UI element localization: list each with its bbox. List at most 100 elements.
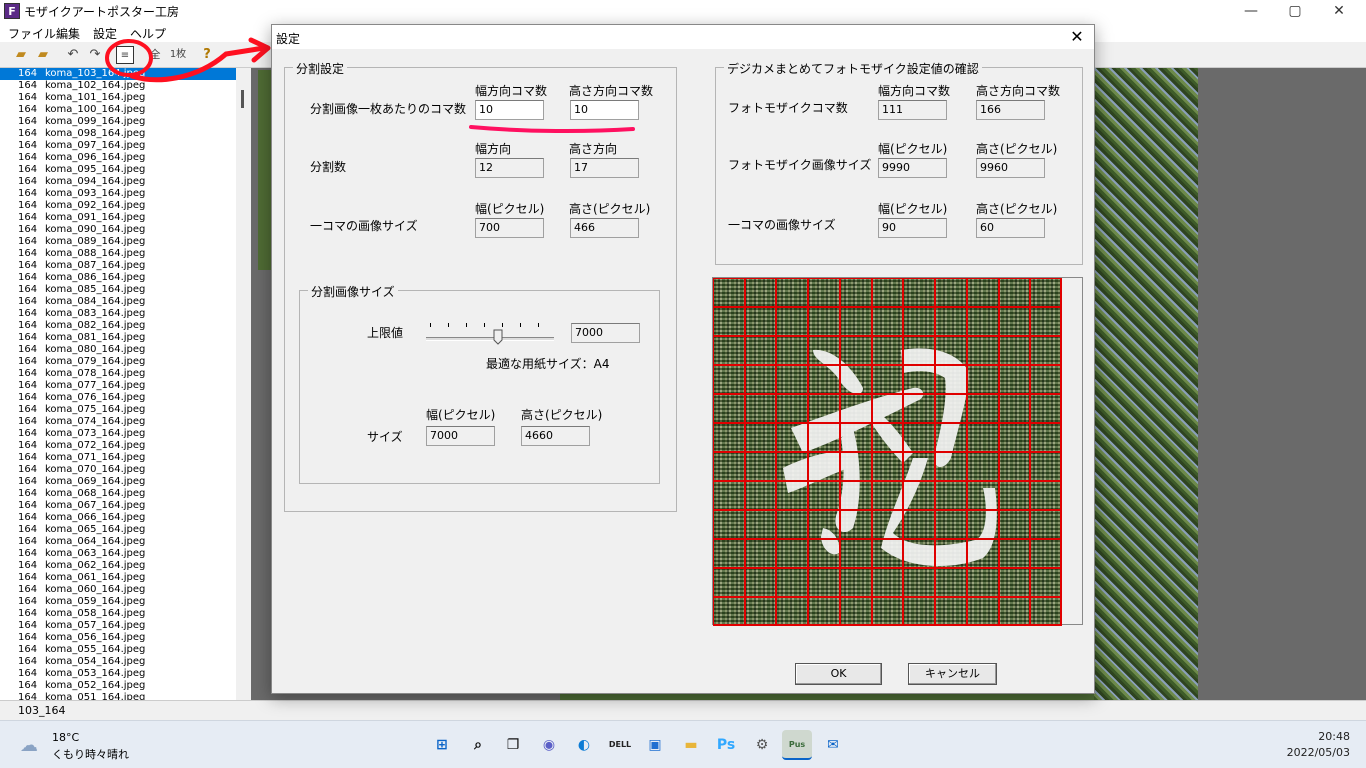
count-label: 分割数 [310, 160, 347, 174]
list-item[interactable]: 164 koma_061_164.jpeg [0, 572, 249, 584]
list-item[interactable]: 164 koma_092_164.jpeg [0, 200, 249, 212]
list-item[interactable]: 164 koma_068_164.jpeg [0, 488, 249, 500]
list-item[interactable]: 164 koma_093_164.jpeg [0, 188, 249, 200]
list-item[interactable]: 164 koma_094_164.jpeg [0, 176, 249, 188]
list-item[interactable]: 164 koma_057_164.jpeg [0, 620, 249, 632]
app-title: モザイクアートポスター工房 [24, 5, 180, 19]
list-item[interactable]: 164 koma_072_164.jpeg [0, 440, 249, 452]
open-folder-icon[interactable]: ▰ [12, 46, 30, 64]
per-sheet-h-input[interactable]: 10 [475, 100, 544, 120]
search-icon[interactable]: ⌕ [463, 730, 493, 760]
list-item-count: 164 [18, 464, 38, 475]
list-item-filename: koma_066_164.jpeg [45, 512, 146, 523]
maximize-button[interactable]: ▢ [1272, 0, 1318, 22]
list-item[interactable]: 164 koma_095_164.jpeg [0, 164, 249, 176]
list-item-count: 164 [18, 476, 38, 487]
list-item[interactable]: 164 koma_053_164.jpeg [0, 668, 249, 680]
list-item[interactable]: 164 koma_098_164.jpeg [0, 128, 249, 140]
cancel-button[interactable]: キャンセル [908, 663, 997, 685]
list-item[interactable]: 164 koma_085_164.jpeg [0, 284, 249, 296]
menu-file[interactable]: ファイル [8, 25, 56, 42]
list-item[interactable]: 164 koma_077_164.jpeg [0, 380, 249, 392]
list-item[interactable]: 164 koma_051_164.jpeg [0, 692, 249, 700]
list-item-count: 164 [18, 368, 38, 379]
list-item[interactable]: 164 koma_059_164.jpeg [0, 596, 249, 608]
minimize-button[interactable]: — [1228, 0, 1274, 22]
list-item[interactable]: 164 koma_100_164.jpeg [0, 104, 249, 116]
photoshop-icon[interactable]: Ps [711, 730, 741, 760]
list-item[interactable]: 164 koma_074_164.jpeg [0, 416, 249, 428]
list-item[interactable]: 164 koma_082_164.jpeg [0, 320, 249, 332]
undo-icon[interactable]: ↶ [64, 46, 82, 64]
list-item[interactable]: 164 koma_078_164.jpeg [0, 368, 249, 380]
list-item[interactable]: 164 koma_060_164.jpeg [0, 584, 249, 596]
close-window-button[interactable]: ✕ [1316, 0, 1362, 22]
list-item-filename: koma_077_164.jpeg [45, 380, 146, 391]
settings-icon[interactable]: ⚙ [747, 730, 777, 760]
file-list[interactable]: 164 koma_103_164.jpeg 164 koma_102_164.jpeg… [0, 68, 250, 700]
file-list-scrollbar[interactable] [236, 68, 250, 700]
list-item[interactable]: 164 koma_081_164.jpeg [0, 332, 249, 344]
list-item[interactable]: 164 koma_069_164.jpeg [0, 476, 249, 488]
list-item[interactable]: 164 koma_070_164.jpeg [0, 464, 249, 476]
chat-icon[interactable]: ◉ [534, 730, 564, 760]
explorer-icon[interactable]: ▬ [676, 730, 706, 760]
list-item[interactable]: 164 koma_096_164.jpeg [0, 152, 249, 164]
list-item[interactable]: 164 koma_097_164.jpeg [0, 140, 249, 152]
list-item[interactable]: 164 koma_088_164.jpeg [0, 248, 249, 260]
list-item[interactable]: 164 koma_066_164.jpeg [0, 512, 249, 524]
list-item[interactable]: 164 koma_086_164.jpeg [0, 272, 249, 284]
list-item[interactable]: 164 koma_062_164.jpeg [0, 560, 249, 572]
list-item-filename: koma_062_164.jpeg [45, 560, 146, 571]
task-view-icon[interactable]: ❐ [498, 730, 528, 760]
split-settings-label: 分割設定 [293, 60, 348, 77]
cloud-sun-icon: ☁ [20, 735, 38, 756]
list-item[interactable]: 164 koma_052_164.jpeg [0, 680, 249, 692]
per-sheet-v-input[interactable]: 10 [570, 100, 639, 120]
list-item-filename: koma_085_164.jpeg [45, 284, 146, 295]
list-item[interactable]: 164 koma_099_164.jpeg [0, 116, 249, 128]
poster-app-icon[interactable]: Pus [782, 730, 812, 760]
list-item-filename: koma_074_164.jpeg [45, 416, 146, 427]
list-item[interactable]: 164 koma_058_164.jpeg [0, 608, 249, 620]
list-item[interactable]: 164 koma_055_164.jpeg [0, 644, 249, 656]
limit-label: 上限値 [367, 326, 404, 340]
list-item[interactable]: 164 koma_064_164.jpeg [0, 536, 249, 548]
list-item[interactable]: 164 koma_080_164.jpeg [0, 344, 249, 356]
list-item[interactable]: 164 koma_079_164.jpeg [0, 356, 249, 368]
list-item[interactable]: 164 koma_083_164.jpeg [0, 308, 249, 320]
dell-icon[interactable]: DELL [605, 730, 635, 760]
list-item[interactable]: 164 koma_054_164.jpeg [0, 656, 249, 668]
list-item[interactable]: 164 koma_089_164.jpeg [0, 236, 249, 248]
start-icon[interactable]: ⊞ [427, 730, 457, 760]
ok-button[interactable]: OK [795, 663, 882, 685]
clock[interactable]: 20:48 2022/05/03 [1287, 729, 1350, 761]
dialog-close-button[interactable]: ✕ [1066, 26, 1088, 48]
weather-widget[interactable]: ☁ 18°C くもり時々晴れ [20, 729, 160, 763]
list-item-count: 164 [18, 632, 38, 643]
new-folder-icon[interactable]: ▰ [34, 46, 52, 64]
list-item[interactable]: 164 koma_075_164.jpeg [0, 404, 249, 416]
status-bar: 103_164 [0, 700, 1366, 720]
menu-edit[interactable]: 編集 [56, 25, 80, 42]
list-item[interactable]: 164 koma_091_164.jpeg [0, 212, 249, 224]
list-item-filename: koma_053_164.jpeg [45, 668, 146, 679]
confirm-group: デジカメまとめてフォトモザイク設定値の確認 幅方向コマ数 高さ方向コマ数 フォト… [715, 60, 1083, 265]
edge-icon[interactable]: ◐ [569, 730, 599, 760]
mail-icon[interactable]: ✉ [818, 730, 848, 760]
limit-slider[interactable] [426, 321, 556, 345]
list-item-filename: koma_097_164.jpeg [45, 140, 146, 151]
list-item[interactable]: 164 koma_084_164.jpeg [0, 296, 249, 308]
list-item[interactable]: 164 koma_073_164.jpeg [0, 428, 249, 440]
list-item[interactable]: 164 koma_090_164.jpeg [0, 224, 249, 236]
list-item[interactable]: 164 koma_063_164.jpeg [0, 548, 249, 560]
store-icon[interactable]: ▣ [640, 730, 670, 760]
list-item[interactable]: 164 koma_071_164.jpeg [0, 452, 249, 464]
list-item[interactable]: 164 koma_076_164.jpeg [0, 392, 249, 404]
list-item[interactable]: 164 koma_067_164.jpeg [0, 500, 249, 512]
list-item[interactable]: 164 koma_065_164.jpeg [0, 524, 249, 536]
list-item-count: 164 [18, 608, 38, 619]
slider-thumb[interactable] [493, 329, 503, 345]
list-item[interactable]: 164 koma_087_164.jpeg [0, 260, 249, 272]
list-item[interactable]: 164 koma_056_164.jpeg [0, 632, 249, 644]
